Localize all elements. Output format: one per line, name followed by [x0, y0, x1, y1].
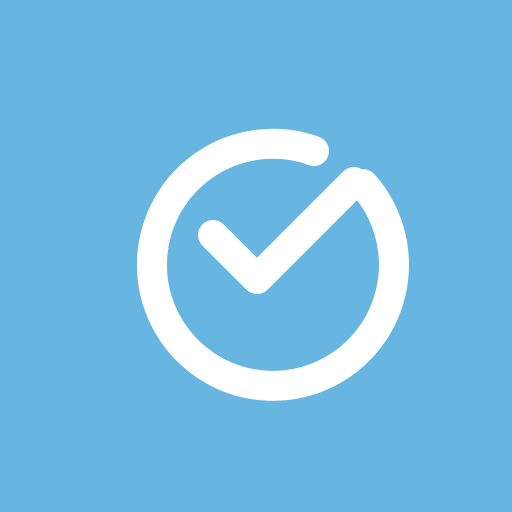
app-icon [0, 0, 512, 512]
check-circle-icon [137, 128, 409, 401]
check-mark [198, 167, 369, 294]
